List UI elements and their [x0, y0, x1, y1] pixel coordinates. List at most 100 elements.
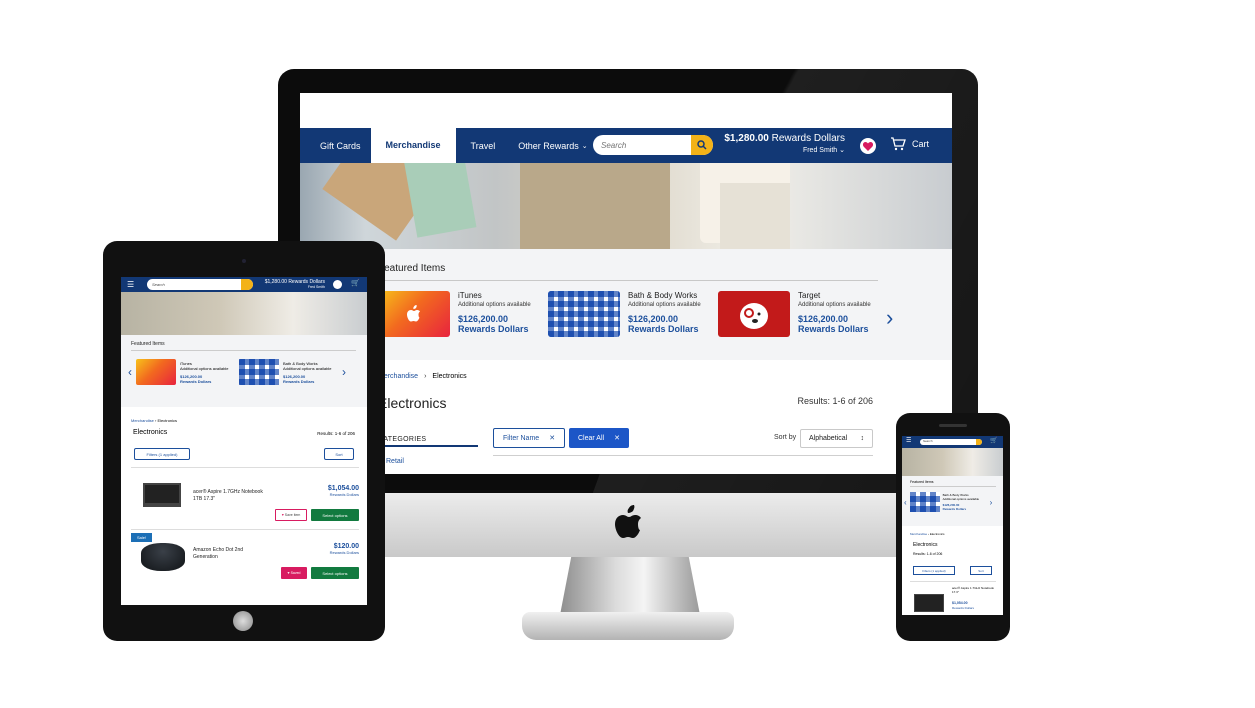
item-options: Additional options available [628, 302, 701, 308]
select-options-button[interactable]: Select options [311, 567, 359, 579]
chevron-right-icon[interactable]: › [990, 498, 993, 507]
phone-search-input[interactable]: Search [920, 439, 982, 445]
tablet-search-input[interactable]: Search [147, 279, 253, 290]
product-unit: Rewards Dollars [329, 492, 359, 497]
home-button [233, 611, 253, 631]
chevron-left-icon[interactable]: ‹ [904, 498, 907, 507]
sale-badge: Sale! [131, 533, 153, 542]
wishlist-button[interactable] [860, 138, 876, 154]
laptop-image[interactable] [143, 483, 181, 507]
item-name: Bath & Body Works [628, 291, 698, 300]
close-icon[interactable]: ✕ [549, 434, 555, 442]
hero-banner [300, 163, 952, 249]
saved-button[interactable]: ♥ Saved [281, 567, 307, 579]
hero-banner [902, 448, 1003, 476]
sort-button-label: Sort [978, 568, 984, 573]
search-button[interactable] [691, 135, 713, 155]
breadcrumb-merchandise[interactable]: Merchandise [131, 418, 154, 423]
menu-icon[interactable]: ☰ [127, 280, 134, 289]
laptop-image[interactable] [914, 594, 944, 612]
user-name[interactable]: Fred Smith [257, 285, 325, 289]
chevron-right-icon[interactable]: › [342, 365, 346, 379]
item-options: Additional options available [180, 365, 229, 371]
saved-label: Saved [290, 571, 301, 575]
breadcrumb-current: Electronics [157, 418, 178, 423]
product-name[interactable]: acer® Aspire 1.7GHz Notebook 1TB 17.3" [193, 489, 263, 503]
clear-all-label: Clear All [578, 434, 605, 442]
featured-title: Featured Items [910, 480, 996, 487]
filter-chip[interactable]: Filter Name ✕ [493, 428, 566, 448]
product-price: $1,054.00 [327, 485, 359, 492]
sort-button[interactable]: Sort [970, 566, 992, 575]
featured-item-itunes[interactable]: iTunes Additional options available $126… [378, 291, 538, 337]
echo-dot-image[interactable] [141, 543, 185, 571]
search-icon[interactable] [976, 439, 982, 445]
sort-button[interactable]: Sort [324, 448, 354, 460]
tab-travel[interactable]: Travel [456, 128, 511, 163]
save-item-label: Save item [284, 513, 301, 517]
select-options-label: Select options [322, 512, 348, 518]
tab-other-rewards[interactable]: Other Rewards ⌄ [510, 128, 595, 163]
phone-screen: ☰ Search 🛒 Featured Items ‹ Bath & Body … [902, 436, 1003, 615]
clear-all-button[interactable]: Clear All ✕ [569, 428, 629, 448]
carousel-next-icon[interactable]: › [886, 305, 893, 331]
tablet-screen: ☰ Search $1,280.00 Rewards Dollars Fred … [121, 277, 367, 605]
featured-carousel: ‹ iTunes Additional options available $1… [128, 359, 346, 385]
itunes-card-image[interactable] [136, 359, 176, 385]
item-name: iTunes [458, 291, 482, 300]
item-unit: Rewards Dollars [628, 324, 699, 334]
heart-icon[interactable] [333, 280, 342, 289]
phone-product-listing: Merchandise › Electronics Electronics Re… [902, 526, 1003, 615]
tab-gift-cards[interactable]: Gift Cards [300, 128, 371, 163]
product-unit: Rewards Dollars [952, 606, 975, 610]
filters-button[interactable]: Filters (1 applied) [134, 448, 190, 460]
search-placeholder: Search [923, 439, 933, 443]
select-options-button[interactable]: Select options [311, 509, 359, 521]
featured-title: Featured Items [131, 341, 356, 351]
search-input[interactable] [593, 135, 691, 155]
main-nav: Gift Cards Merchandise Travel Other Rewa… [300, 126, 952, 163]
search-icon[interactable] [241, 279, 253, 290]
device-mockup: Gift Cards Merchandise Travel Other Rewa… [0, 0, 1255, 708]
featured-item-bath-body-works[interactable]: Bath & Body Works Additional options ava… [548, 291, 708, 337]
menu-icon[interactable]: ☰ [906, 437, 911, 444]
rewards-balance: $1,280.00 Rewards Dollars Fred Smith [257, 279, 325, 289]
sort-button-label: Sort [335, 451, 343, 457]
cart-icon[interactable]: 🛒 [990, 437, 997, 444]
apple-logo-icon [407, 305, 420, 322]
bath-body-works-card-image[interactable] [909, 492, 940, 512]
filters-button[interactable]: Filters (1 applied) [913, 566, 955, 575]
breadcrumb-merchandise[interactable]: Merchandise [910, 532, 927, 536]
product-listing: Merchandise › Electronics Electronics Re… [300, 360, 952, 474]
featured-items: Featured Items iTunes Additional options… [378, 263, 878, 337]
search-box [593, 135, 713, 155]
bath-body-works-card-image[interactable] [239, 359, 279, 385]
item-options: Additional options available [942, 497, 980, 501]
featured-item-target[interactable]: Target Additional options available $126… [718, 291, 878, 337]
product-name[interactable]: acer® Aspire 1.7GHz Notebook 17.3" [952, 586, 998, 594]
save-item-button[interactable]: ♥ Save item [275, 509, 307, 521]
user-menu[interactable]: Fred Smith ⌄ [719, 146, 845, 154]
product-price: $1,054.00 [952, 601, 968, 605]
imac-base [522, 612, 734, 640]
item-options: Additional options available [283, 365, 332, 371]
item-price: $126,200.00 [628, 314, 679, 324]
page-title: Electronics [133, 429, 168, 436]
product-name[interactable]: Amazon Echo Dot 2nd Generation [193, 547, 263, 561]
cart-icon[interactable]: 🛒 [351, 279, 360, 287]
sort-arrows-icon: ↕ [860, 435, 865, 442]
chevron-down-icon: ⌄ [839, 147, 845, 154]
categories-heading: CATEGORIES [378, 436, 478, 447]
sort-select[interactable]: Alphabetical ↕ [800, 429, 873, 448]
chevron-left-icon[interactable]: ‹ [128, 365, 132, 379]
category-retail[interactable]: Retail [386, 458, 404, 465]
item-price: $126,200.00 [798, 314, 849, 324]
heart-icon: ♥ [281, 513, 284, 517]
search-placeholder: Search [152, 282, 165, 287]
breadcrumb: Merchandise › Electronics [378, 373, 467, 380]
cart-button[interactable]: Cart [890, 137, 929, 151]
target-dog-icon [740, 303, 768, 329]
tab-merchandise[interactable]: Merchandise [370, 126, 456, 163]
breadcrumb-current: Electronics [929, 532, 945, 536]
tablet-nav: ☰ Search $1,280.00 Rewards Dollars Fred … [121, 277, 367, 292]
